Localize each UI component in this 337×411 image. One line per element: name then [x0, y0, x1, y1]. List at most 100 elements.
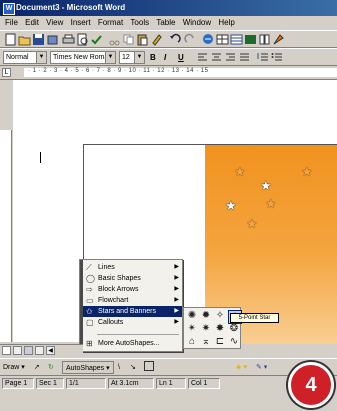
menu-item-label: Block Arrows	[98, 286, 139, 293]
web-layout-icon[interactable]	[13, 346, 22, 355]
four-point-star-icon[interactable]: ✧	[214, 310, 226, 322]
font-select[interactable]: Times New Roman ▼	[50, 51, 116, 64]
new-document-icon[interactable]	[4, 33, 17, 46]
twenty-four-point-star-icon[interactable]: ✸	[214, 323, 226, 335]
rectangle-icon[interactable]	[144, 361, 154, 371]
menu-tools[interactable]: Tools	[130, 18, 149, 27]
chevron-down-icon[interactable]: ▼	[105, 52, 115, 63]
scroll-left-icon[interactable]: ◀	[46, 346, 55, 355]
hyperlink-icon[interactable]	[202, 33, 215, 46]
save-icon[interactable]	[32, 33, 45, 46]
open-folder-icon[interactable]	[18, 33, 31, 46]
print-icon[interactable]	[62, 33, 75, 46]
italic-button[interactable]: I	[164, 51, 177, 64]
permission-icon[interactable]	[46, 33, 59, 46]
thirty-two-point-star-icon[interactable]: ❂	[228, 323, 240, 335]
star-shape[interactable]: ★	[225, 199, 237, 212]
star-shape[interactable]: ★	[234, 165, 246, 178]
insert-table-icon[interactable]	[230, 33, 243, 46]
view-buttons: ◀	[0, 344, 83, 356]
font-size-select[interactable]: 12 ▼	[119, 51, 145, 64]
up-ribbon-icon[interactable]: ⌂	[186, 336, 198, 348]
columns-icon[interactable]	[258, 33, 271, 46]
print-preview-icon[interactable]	[76, 33, 89, 46]
align-right-icon[interactable]	[224, 51, 237, 64]
style-select[interactable]: Normal ▼	[3, 51, 47, 64]
line-color-icon[interactable]: ✎ ▾	[256, 359, 267, 376]
submenu-arrow-icon: ▶	[174, 275, 179, 281]
underline-button[interactable]: U	[178, 51, 191, 64]
print-layout-icon[interactable]	[24, 346, 33, 355]
star-shape[interactable]: ★	[265, 197, 277, 210]
horizontal-ruler[interactable]: L · 1 · 2 · 3 · 4 · 5 · 6 · 7 · 8 · 9 · …	[0, 66, 337, 80]
justify-icon[interactable]	[238, 51, 251, 64]
fill-color-icon[interactable]: ◈ ▾	[236, 359, 247, 376]
ruler-marks: · 1 · 2 · 3 · 4 · 5 · 6 · 7 · 8 · 9 · 10…	[28, 68, 209, 74]
menu-bar: File Edit View Insert Format Tools Table…	[0, 16, 337, 30]
spelling-icon[interactable]	[90, 33, 103, 46]
insert-excel-icon[interactable]	[244, 33, 257, 46]
scroll-icon[interactable]: ⊏	[214, 336, 226, 348]
status-bar: Page 1 Sec 1 1/1 At 3.1cm Ln 1 Col 1	[0, 377, 337, 391]
menu-item-label: Callouts	[98, 319, 124, 326]
rotate-icon[interactable]: ↻	[48, 359, 54, 376]
word-app-icon[interactable]: W	[3, 3, 15, 15]
menu-window[interactable]: Window	[183, 18, 211, 27]
menu-edit[interactable]: Edit	[25, 18, 39, 27]
eight-point-star-icon[interactable]: ✴	[186, 323, 198, 335]
menu-item-basic-shapes[interactable]: ◯ Basic Shapes ▶	[83, 273, 182, 284]
undo-icon[interactable]	[168, 33, 181, 46]
menu-view[interactable]: View	[46, 18, 63, 27]
autoshapes-button[interactable]: AutoShapes ▾	[62, 361, 114, 374]
bold-button[interactable]: B	[150, 51, 163, 64]
menu-help[interactable]: Help	[218, 18, 234, 27]
cut-icon[interactable]	[108, 33, 121, 46]
vertical-ruler[interactable]	[0, 80, 12, 342]
arrow-icon[interactable]: ↘	[130, 359, 136, 376]
tables-borders-icon[interactable]	[216, 33, 229, 46]
bullets-icon[interactable]	[270, 51, 283, 64]
chevron-down-icon[interactable]: ▼	[36, 52, 46, 63]
menu-item-block-arrows[interactable]: ⇨ Block Arrows ▶	[83, 284, 182, 295]
down-ribbon-icon[interactable]: ⌅	[200, 336, 212, 348]
align-center-icon[interactable]	[210, 51, 223, 64]
wave-icon[interactable]: ∿	[228, 336, 240, 348]
format-painter-icon[interactable]	[150, 33, 163, 46]
star-shape[interactable]: ★	[246, 217, 258, 230]
numbering-icon[interactable]	[256, 51, 269, 64]
drawing-icon[interactable]	[272, 33, 285, 46]
menu-item-stars-banners[interactable]: ✩ Stars and Banners ▶	[83, 306, 182, 317]
explosion-2-icon[interactable]: ✹	[200, 310, 212, 322]
menu-file[interactable]: File	[5, 18, 18, 27]
font-value: Times New Roman	[53, 54, 113, 61]
menu-item-lines[interactable]: ⟋ Lines ▶	[83, 262, 182, 273]
normal-view-icon[interactable]	[2, 346, 11, 355]
stars-banners-icon: ✩	[86, 307, 93, 316]
menu-format[interactable]: Format	[98, 18, 123, 27]
window-title: Document3 - Microsoft Word	[16, 3, 126, 12]
outline-view-icon[interactable]	[35, 346, 44, 355]
tab-stop-selector[interactable]: L	[2, 68, 11, 77]
status-line: Ln 1	[156, 378, 186, 389]
tooltip: 5-Point Star	[230, 313, 279, 323]
menu-insert[interactable]: Insert	[71, 18, 91, 27]
menu-item-label: Lines	[98, 264, 115, 271]
align-left-icon[interactable]	[196, 51, 209, 64]
explosion-1-icon[interactable]: ✺	[186, 310, 198, 322]
style-value: Normal	[6, 54, 29, 61]
star-shape[interactable]: ★	[260, 179, 272, 192]
menu-item-flowchart[interactable]: ▭ Flowchart ▶	[83, 295, 182, 306]
menu-item-more-autoshapes[interactable]: ⊞ More AutoShapes...	[83, 338, 182, 349]
chevron-down-icon[interactable]: ▼	[134, 52, 144, 63]
line-icon[interactable]: \	[118, 359, 120, 376]
status-section: Sec 1	[36, 378, 64, 389]
draw-menu-button[interactable]: Draw ▾	[3, 359, 25, 376]
redo-icon[interactable]	[184, 33, 197, 46]
star-shape[interactable]: ★	[301, 165, 313, 178]
menu-table[interactable]: Table	[156, 18, 175, 27]
menu-item-callouts[interactable]: ▢ Callouts ▶	[83, 317, 182, 328]
select-objects-icon[interactable]: ➚	[34, 359, 40, 376]
paste-icon[interactable]	[136, 33, 149, 46]
copy-icon[interactable]	[122, 33, 135, 46]
sixteen-point-star-icon[interactable]: ✷	[200, 323, 212, 335]
